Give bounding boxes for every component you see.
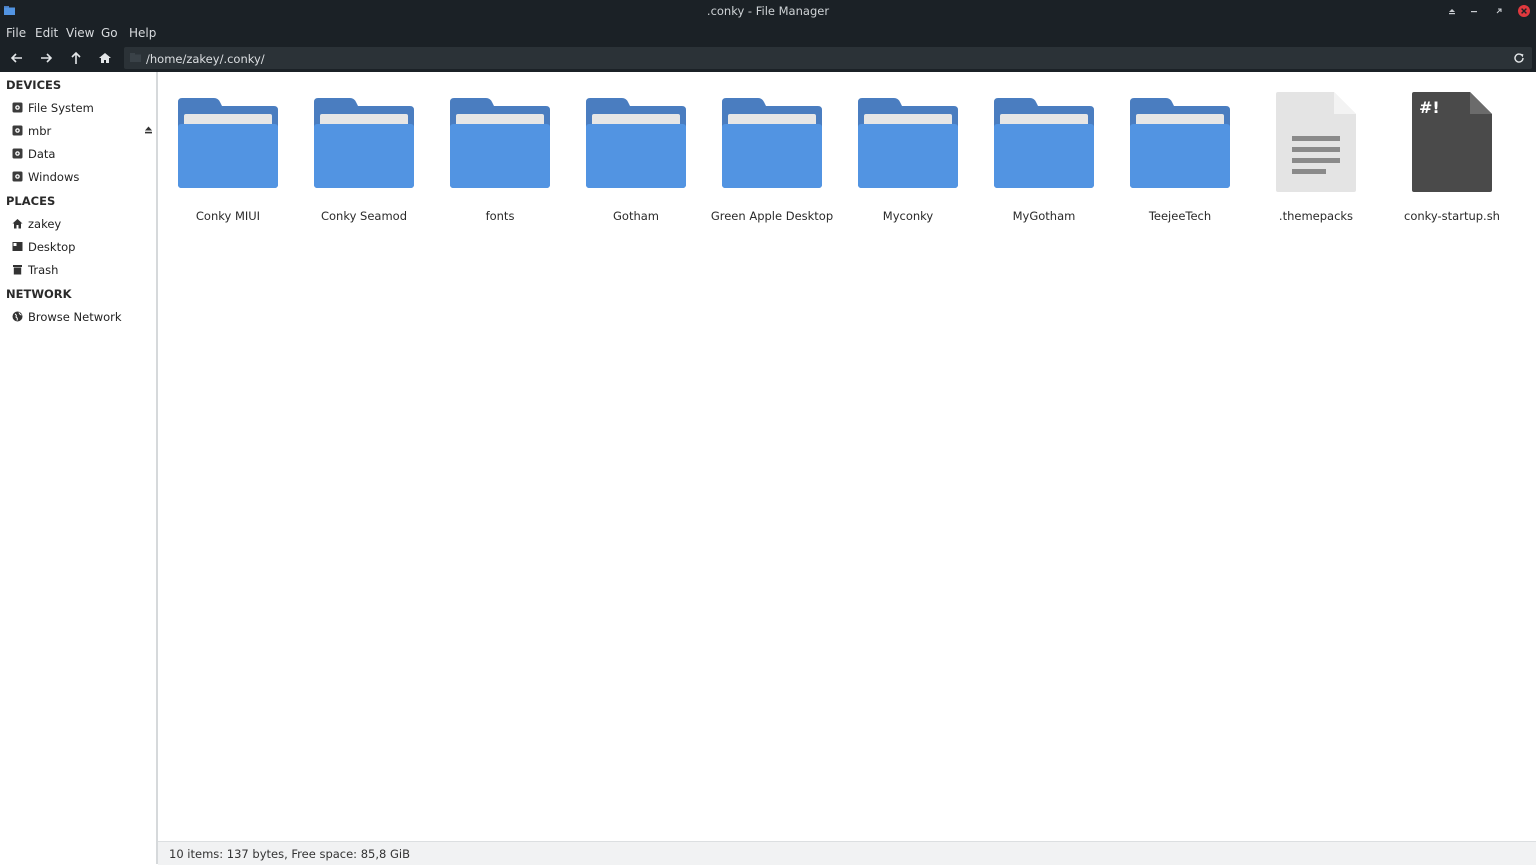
sidebar-item-label: Windows (28, 170, 80, 184)
menu-help[interactable]: Help (129, 26, 156, 40)
file-name: Gotham (613, 209, 659, 223)
file-name: Conky Seamod (320, 209, 408, 223)
file-name: TeejeeTech (1148, 209, 1212, 223)
sidebar-item-label: mbr (28, 124, 52, 138)
minimize-icon[interactable] (1467, 4, 1481, 18)
folder-icon (586, 98, 686, 188)
drive-icon (12, 148, 23, 159)
file-name: Green Apple Desktop (710, 209, 834, 223)
back-arrow-icon[interactable] (8, 50, 26, 66)
script-file-icon: #! (1412, 92, 1492, 192)
restore-icon[interactable] (1492, 4, 1506, 18)
window-title: .conky - File Manager (706, 4, 830, 18)
file-item-conky-miui[interactable]: Conky MIUI (160, 90, 296, 230)
file-view: Conky MIUI Conky Seamod fonts Gotham Gre… (158, 72, 1536, 841)
close-icon[interactable] (1517, 4, 1531, 18)
eject-icon[interactable] (144, 125, 153, 134)
file-item-green-apple-desktop[interactable]: Green Apple Desktop (704, 90, 840, 230)
drive-icon (12, 171, 23, 182)
desktop-icon (12, 242, 23, 251)
menu-edit[interactable]: Edit (35, 26, 58, 40)
file-item-conky-startup-sh[interactable]: #! conky-startup.sh (1384, 90, 1520, 230)
file-item-themepacks[interactable]: .themepacks (1248, 90, 1384, 230)
sidebar: DEVICES File System mbr Data Windows PLA… (0, 72, 158, 864)
sidebar-item-label: Trash (28, 263, 59, 277)
sidebar-item-windows[interactable]: Windows (12, 168, 152, 188)
folder-icon (1130, 98, 1230, 188)
file-name: Conky MIUI (195, 209, 261, 223)
drive-icon (12, 125, 23, 136)
home-icon (12, 219, 23, 229)
sidebar-item-label: Browse Network (28, 310, 122, 324)
home-icon[interactable] (96, 50, 114, 66)
network-heading: NETWORK (6, 287, 72, 301)
network-globe-icon (12, 311, 23, 322)
text-file-icon (1276, 92, 1356, 192)
shebang-glyph: #! (1419, 98, 1440, 117)
file-item-mygotham[interactable]: MyGotham (976, 90, 1112, 230)
forward-arrow-icon[interactable] (37, 50, 55, 66)
file-item-gotham[interactable]: Gotham (568, 90, 704, 230)
folder-icon (994, 98, 1094, 188)
file-name: .themepacks (1278, 209, 1354, 223)
location-input[interactable] (144, 49, 1498, 69)
folder-icon (722, 98, 822, 188)
sidebar-item-browse-network[interactable]: Browse Network (12, 308, 152, 328)
sidebar-item-label: File System (28, 101, 94, 115)
places-heading: PLACES (6, 194, 56, 208)
trash-icon (13, 265, 22, 275)
devices-heading: DEVICES (6, 78, 62, 92)
sidebar-item-trash[interactable]: Trash (12, 261, 152, 281)
folder-icon (858, 98, 958, 188)
drive-icon (12, 102, 23, 113)
menu-view[interactable]: View (66, 26, 94, 40)
menu-bar: File Edit View Go Help (0, 22, 1536, 44)
status-text: 10 items: 137 bytes, Free space: 85,8 Gi… (169, 847, 410, 861)
sidebar-item-desktop[interactable]: Desktop (12, 238, 152, 258)
file-item-teejeetech[interactable]: TeejeeTech (1112, 90, 1248, 230)
up-arrow-icon[interactable] (67, 50, 85, 66)
sidebar-item-mbr[interactable]: mbr (12, 122, 152, 142)
sidebar-item-label: zakey (28, 217, 62, 231)
menu-file[interactable]: File (6, 26, 26, 40)
menu-go[interactable]: Go (101, 26, 118, 40)
folder-icon (178, 98, 278, 188)
file-item-fonts[interactable]: fonts (432, 90, 568, 230)
folder-icon (314, 98, 414, 188)
sidebar-item-file-system[interactable]: File System (12, 99, 152, 119)
file-name: fonts (485, 209, 515, 223)
status-bar: 10 items: 137 bytes, Free space: 85,8 Gi… (158, 841, 1536, 865)
sidebar-item-label: Data (28, 147, 56, 161)
file-item-myconky[interactable]: Myconky (840, 90, 976, 230)
sidebar-item-data[interactable]: Data (12, 145, 152, 165)
file-name: conky-startup.sh (1404, 209, 1500, 223)
title-bar: .conky - File Manager (0, 0, 1536, 22)
folder-icon (450, 98, 550, 188)
toolbar (0, 44, 1536, 72)
sidebar-item-zakey[interactable]: zakey (12, 215, 152, 235)
file-item-conky-seamod[interactable]: Conky Seamod (296, 90, 432, 230)
folder-icon (130, 53, 141, 62)
reload-icon[interactable] (1512, 51, 1526, 65)
file-name: Myconky (882, 209, 934, 223)
eject-icon[interactable] (1445, 4, 1459, 18)
location-bar (124, 47, 1532, 69)
file-name: MyGotham (1012, 209, 1076, 223)
sidebar-item-label: Desktop (28, 240, 76, 254)
